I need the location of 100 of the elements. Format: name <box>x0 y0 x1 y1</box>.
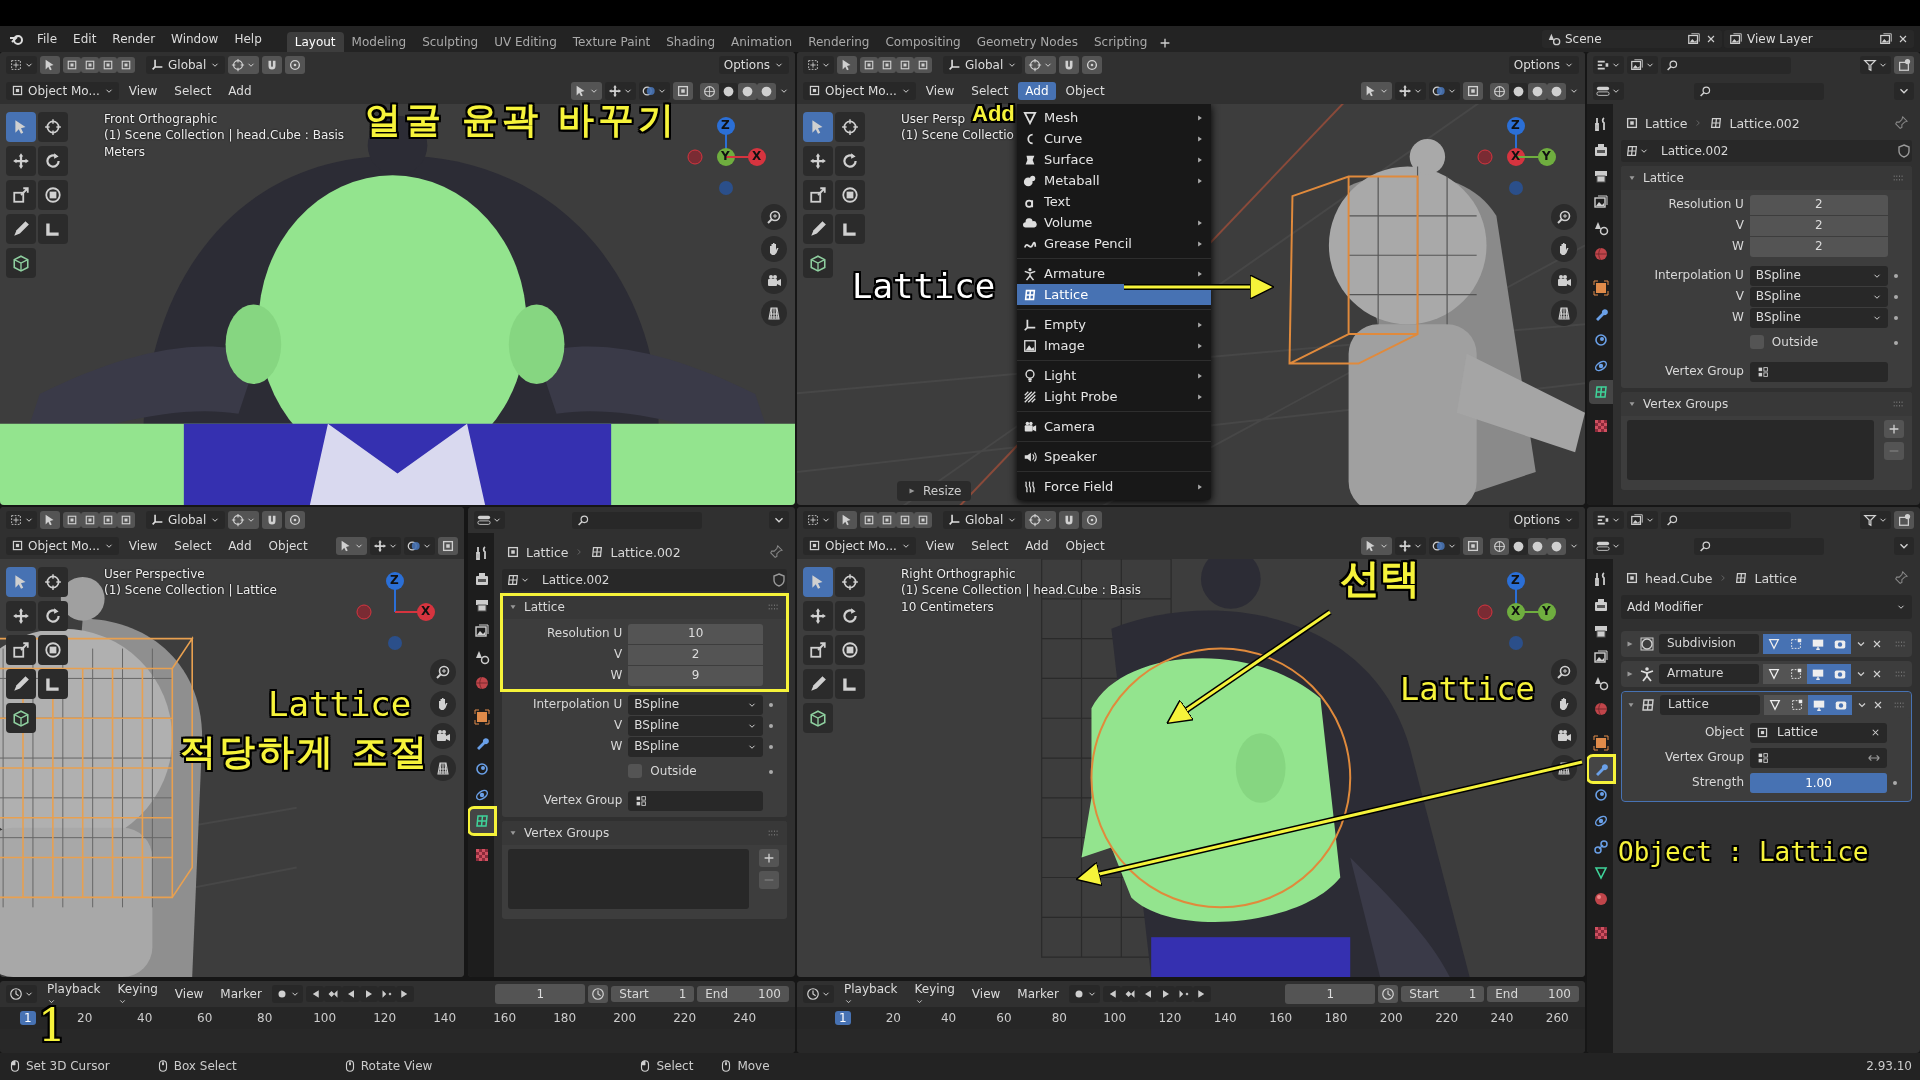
menu-item[interactable]: Force Field <box>1017 476 1211 497</box>
strength-slider[interactable]: 1.00 <box>1750 772 1887 793</box>
dropdown[interactable]: BSpline <box>628 694 763 715</box>
workspace-tab[interactable]: UV Editing <box>486 31 565 52</box>
menu-item[interactable]: Add <box>1018 536 1056 556</box>
start-field[interactable]: Start 1 <box>611 985 695 1003</box>
options-dropdown[interactable]: Options <box>718 55 789 75</box>
dropdown[interactable]: BSpline <box>1749 307 1888 328</box>
view-layer-field[interactable]: View Layer <box>1724 29 1914 49</box>
frame-field[interactable]: 1 <box>495 984 586 1004</box>
dropdown[interactable]: BSpline <box>628 736 763 757</box>
menu-item[interactable]: Help <box>227 29 269 49</box>
menu-item[interactable]: Armature <box>1017 263 1211 284</box>
menu-item[interactable]: Keying <box>907 981 962 1007</box>
menu-item[interactable]: Select <box>964 81 1016 101</box>
menu-item[interactable]: View <box>918 536 962 556</box>
menu-item[interactable]: View <box>964 984 1008 1004</box>
menu-item[interactable]: Add <box>221 536 259 556</box>
menu-item[interactable]: Metaball <box>1017 170 1211 191</box>
frame-field[interactable]: 1 <box>1285 984 1376 1004</box>
workspace-tab[interactable]: Scripting <box>1085 31 1156 52</box>
number-field[interactable]: 2 <box>1749 194 1888 215</box>
dropdown[interactable]: BSpline <box>1749 265 1888 286</box>
workspace-tab[interactable]: Shading <box>658 31 723 52</box>
menu-item[interactable]: Playback <box>837 981 905 1007</box>
number-field[interactable]: 2 <box>1749 215 1888 236</box>
add-menu[interactable]: Mesh Curve Surface Metaball Text Volume Grease Pencil Armature Lattice Empty Image Light Light Probe Camera Speaker Force Field <box>1017 104 1211 500</box>
menu-item[interactable]: Camera <box>1017 416 1211 437</box>
workspace-tab[interactable]: Modeling <box>343 31 415 52</box>
options-dropdown[interactable]: Options <box>1508 55 1579 75</box>
dropdown[interactable]: BSpline <box>628 715 763 736</box>
checkbox[interactable]: Outside <box>628 764 763 779</box>
name-field[interactable]: Armature <box>1659 664 1759 684</box>
menu-item[interactable]: Select <box>167 81 219 101</box>
name-field[interactable]: Subdivision <box>1659 634 1759 654</box>
menu-item[interactable]: Edit <box>66 29 104 49</box>
current-frame-indicator[interactable]: 1 <box>835 1010 851 1026</box>
panel-header[interactable]: Lattice <box>502 595 787 619</box>
add-modifier-dropdown[interactable]: Add Modifier <box>1621 595 1912 619</box>
mode-dropdown[interactable]: Object Mo... <box>6 536 119 556</box>
orientation-dropdown[interactable]: Global <box>943 55 1023 75</box>
workspace-tab[interactable]: Geometry Nodes <box>968 31 1086 52</box>
orientation-dropdown[interactable]: Global <box>146 510 226 530</box>
menu-item[interactable]: Object <box>261 536 315 556</box>
menu-item[interactable]: Object <box>1058 81 1112 101</box>
start-field[interactable]: Start 1 <box>1401 985 1485 1003</box>
menu-item[interactable]: View <box>167 984 211 1004</box>
menu-item[interactable]: Add <box>1018 81 1056 101</box>
menu-item[interactable]: Text <box>1017 191 1211 212</box>
mode-dropdown[interactable]: Object Mo... <box>6 81 119 101</box>
menu-item[interactable]: Grease Pencil <box>1017 233 1211 254</box>
menu-item[interactable]: View <box>918 81 962 101</box>
menu-item[interactable]: Volume <box>1017 212 1211 233</box>
menu-item[interactable]: Add <box>221 81 259 101</box>
end-field[interactable]: End 100 <box>697 985 789 1003</box>
mode-dropdown[interactable]: Object Mo... <box>803 81 916 101</box>
modifier-header[interactable]: Lattice <box>1622 692 1911 718</box>
menu-item[interactable]: Render <box>105 29 163 49</box>
menu-item[interactable]: Window <box>164 29 226 49</box>
end-field[interactable]: End 100 <box>1487 985 1579 1003</box>
menu-item[interactable]: Select <box>964 536 1016 556</box>
menu-item[interactable]: Select <box>167 536 219 556</box>
menu-item[interactable]: File <box>30 29 65 49</box>
operator-panel[interactable]: Resize <box>897 480 972 501</box>
menu-item[interactable]: Empty <box>1017 314 1211 335</box>
menu-item[interactable]: Light <box>1017 365 1211 386</box>
menu-item[interactable]: View <box>121 81 165 101</box>
menu-item[interactable]: Speaker <box>1017 446 1211 467</box>
workspace-tab[interactable]: Sculpting <box>414 31 487 52</box>
number-field[interactable]: 2 <box>628 644 763 665</box>
mode-dropdown[interactable]: Object Mo... <box>803 536 916 556</box>
menu-item[interactable]: Image <box>1017 335 1211 356</box>
name-field[interactable]: Lattice <box>1660 695 1760 715</box>
workspace-tab[interactable]: Texture Paint <box>564 31 659 52</box>
object-field[interactable]: Lattice <box>1750 722 1887 743</box>
checkbox[interactable]: Outside <box>1749 335 1888 350</box>
dropdown[interactable]: BSpline <box>1749 286 1888 307</box>
menu-item[interactable]: Curve <box>1017 128 1211 149</box>
menu-item[interactable]: Marker <box>1010 984 1066 1004</box>
datablock-field[interactable]: Lattice.002 <box>1621 140 1912 162</box>
number-field[interactable]: 10 <box>628 623 763 644</box>
datablock-field[interactable]: Lattice.002 <box>502 569 787 591</box>
workspace-tab[interactable]: Compositing <box>877 31 969 52</box>
workspace-tab[interactable]: Animation <box>723 31 801 52</box>
menu-item[interactable]: Mesh <box>1017 107 1211 128</box>
menu-item[interactable]: Marker <box>213 984 269 1004</box>
panel-header[interactable]: Lattice <box>1621 166 1912 190</box>
options-dropdown[interactable]: Options <box>1508 510 1579 530</box>
panel-header[interactable]: Vertex Groups <box>502 821 787 845</box>
menu-item[interactable]: View <box>121 536 165 556</box>
current-frame-indicator[interactable]: 1 <box>20 1010 36 1026</box>
menu-item[interactable]: Keying <box>110 981 165 1007</box>
number-field[interactable]: 2 <box>1749 236 1888 257</box>
orientation-dropdown[interactable]: Global <box>146 55 226 75</box>
modifier-header[interactable]: Subdivision <box>1621 631 1912 657</box>
modifier-header[interactable]: Armature <box>1621 661 1912 687</box>
menu-item[interactable]: Object <box>1058 536 1112 556</box>
workspace-tab[interactable]: Rendering <box>800 31 878 52</box>
orientation-dropdown[interactable]: Global <box>943 510 1023 530</box>
workspace-tab[interactable]: Layout <box>286 31 344 52</box>
